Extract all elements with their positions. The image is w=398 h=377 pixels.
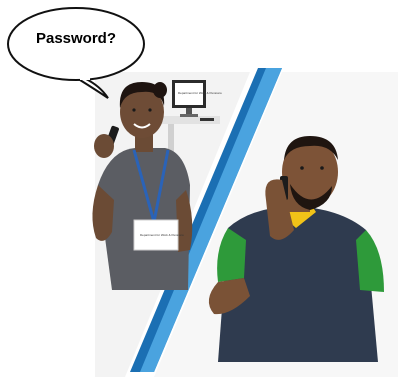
illustration: Department for Work & Pensions Departmen…: [0, 0, 398, 377]
speech-bubble-text: Password?: [35, 30, 117, 47]
lanyard-badge-text: Department for Work & Pensions: [140, 233, 184, 237]
monitor-logo-text: Department for Work & Pensions: [178, 91, 222, 95]
